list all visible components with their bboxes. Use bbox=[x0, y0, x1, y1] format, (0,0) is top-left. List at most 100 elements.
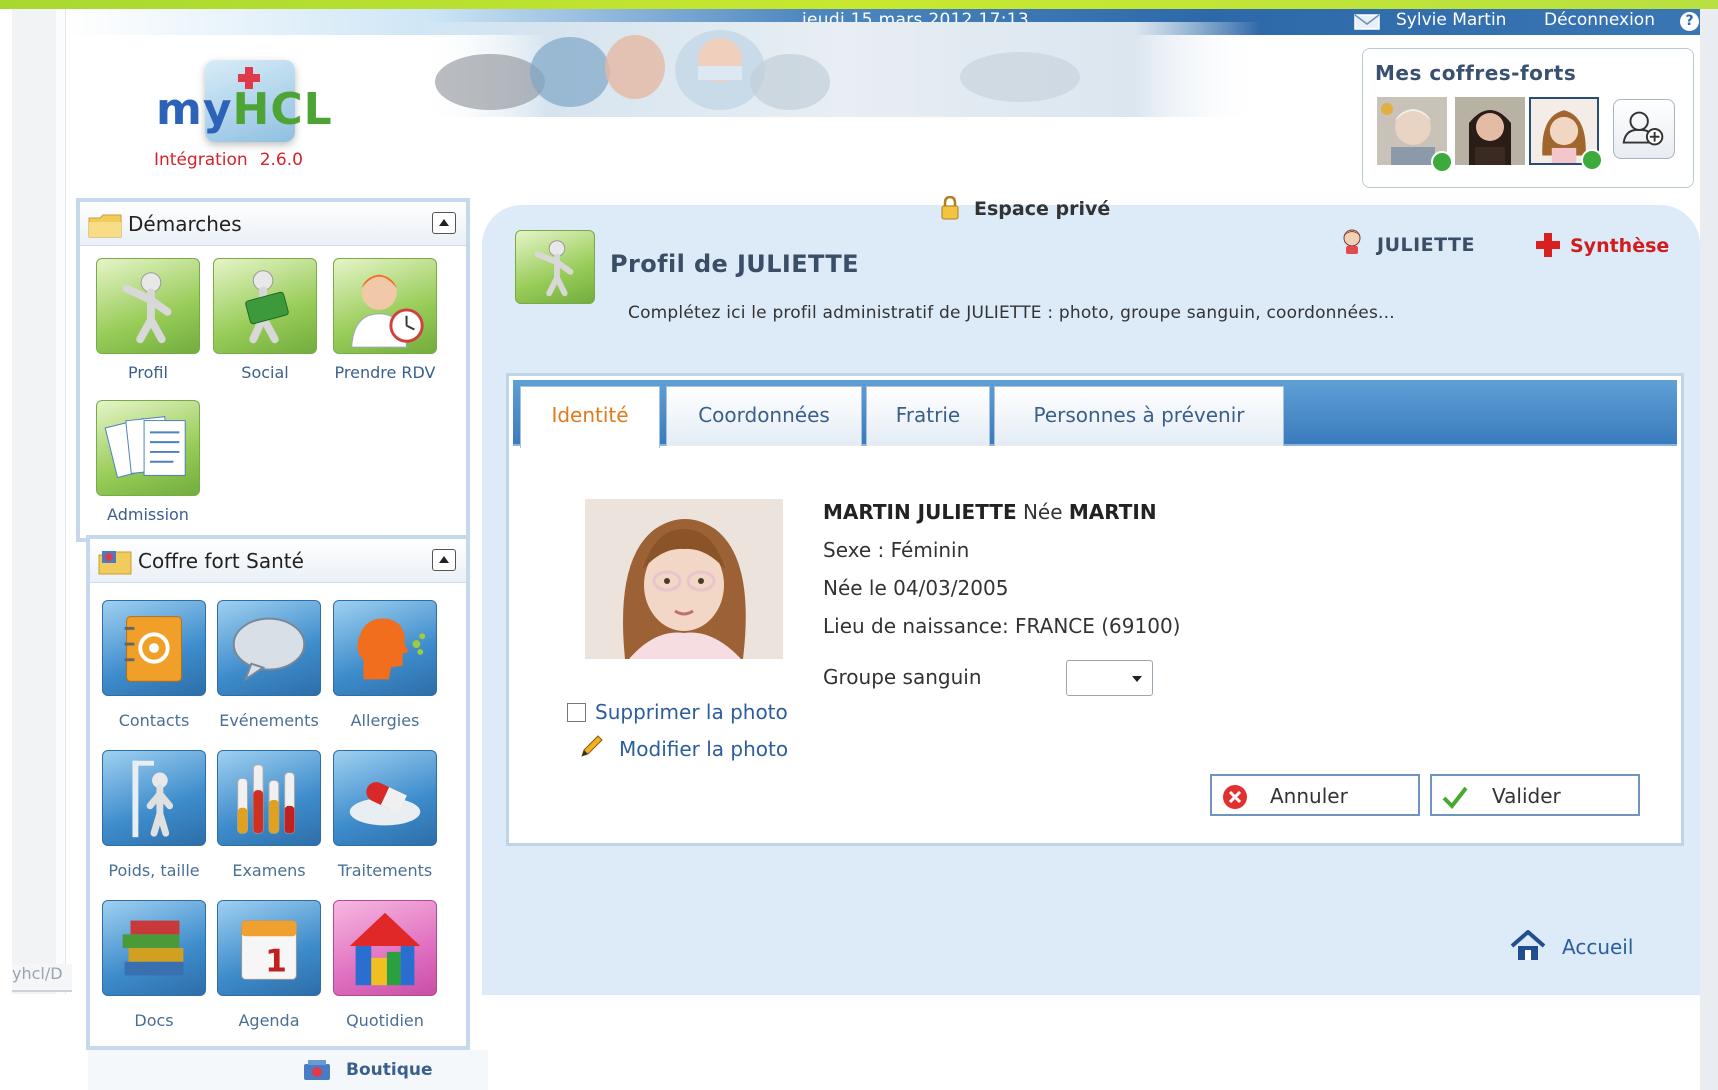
person-photo-icon bbox=[1455, 97, 1525, 165]
pencil-icon bbox=[581, 735, 603, 757]
tile-poids-taille[interactable] bbox=[102, 750, 206, 846]
daily-house-icon bbox=[349, 912, 421, 986]
profile-figure-icon bbox=[122, 272, 172, 344]
safes-panel: Mes coffres-forts bbox=[1362, 48, 1694, 188]
collapse-coffre-sante-button[interactable] bbox=[432, 549, 456, 571]
user-name[interactable]: Sylvie Martin bbox=[1396, 10, 1506, 30]
blood-group-select[interactable] bbox=[1066, 660, 1153, 696]
hospital-banner-image bbox=[420, 22, 1260, 117]
treatments-pill-icon bbox=[349, 782, 421, 826]
top-accent-strip bbox=[0, 0, 1718, 9]
tile-examens[interactable] bbox=[217, 750, 321, 846]
patient-name-link[interactable]: JULIETTE bbox=[1377, 234, 1475, 256]
tile-label-evenements[interactable]: Evénements bbox=[204, 711, 334, 730]
edit-photo-link[interactable]: Modifier la photo bbox=[619, 737, 788, 761]
cancel-button[interactable]: Annuler bbox=[1210, 774, 1420, 816]
tile-label-social[interactable]: Social bbox=[200, 363, 330, 382]
left-margin bbox=[12, 9, 56, 994]
blood-group-label: Groupe sanguin bbox=[823, 665, 982, 689]
child-portrait-image bbox=[585, 499, 783, 659]
tile-docs[interactable] bbox=[102, 900, 206, 996]
tile-profil[interactable] bbox=[96, 258, 200, 354]
add-safe-button[interactable] bbox=[1613, 99, 1675, 159]
tile-label-docs[interactable]: Docs bbox=[89, 1011, 219, 1030]
profile-figure-icon bbox=[534, 240, 574, 297]
validate-button[interactable]: Valider bbox=[1430, 774, 1640, 816]
safe-avatar-woman[interactable] bbox=[1455, 97, 1525, 165]
tile-label-traitements[interactable]: Traitements bbox=[320, 861, 450, 880]
safe-avatar-juliette-selected[interactable] bbox=[1529, 97, 1603, 171]
tile-label-profil[interactable]: Profil bbox=[83, 363, 213, 382]
safes-title: Mes coffres-forts bbox=[1375, 61, 1577, 85]
tile-label-agenda[interactable]: Agenda bbox=[204, 1011, 334, 1030]
tile-agenda[interactable]: 1 bbox=[217, 900, 321, 996]
appointment-clock-icon bbox=[351, 274, 424, 348]
help-icon[interactable]: ? bbox=[1680, 12, 1699, 31]
allergies-head-icon bbox=[357, 618, 426, 680]
admission-documents-icon bbox=[104, 416, 186, 479]
tile-label-contacts[interactable]: Contacts bbox=[89, 711, 219, 730]
logo-wordmark: myHCL bbox=[156, 84, 333, 135]
weight-height-icon bbox=[132, 760, 174, 838]
agenda-calendar-icon: 1 bbox=[241, 920, 297, 980]
private-space-label: Espace privé bbox=[974, 198, 1111, 220]
status-url-fragment: yhcl/D bbox=[12, 964, 72, 992]
tile-label-quotidien[interactable]: Quotidien bbox=[320, 1011, 450, 1030]
patient-icon bbox=[1343, 229, 1361, 254]
demarches-header: Démarches bbox=[80, 202, 466, 246]
tab-identite[interactable]: Identité bbox=[520, 386, 660, 448]
exams-tubes-icon bbox=[237, 764, 295, 834]
docs-books-icon bbox=[122, 920, 184, 976]
tile-traitements[interactable] bbox=[333, 750, 437, 846]
tile-label-allergies[interactable]: Allergies bbox=[320, 711, 450, 730]
collapse-demarches-button[interactable] bbox=[432, 212, 456, 234]
tab-personnes-a-prevenir[interactable]: Personnes à prévenir bbox=[994, 386, 1284, 446]
synthesis-link[interactable]: Synthèse bbox=[1570, 235, 1669, 257]
delete-photo-label[interactable]: Supprimer la photo bbox=[595, 700, 788, 724]
left-margin-edge bbox=[56, 9, 66, 994]
delete-photo-checkbox[interactable] bbox=[567, 703, 586, 722]
events-bubble-icon bbox=[232, 617, 306, 682]
coffre-sante-header: Coffre fort Santé bbox=[90, 539, 466, 583]
app-version: Intégration 2.6.0 bbox=[154, 150, 303, 170]
boutique-link[interactable]: Boutique bbox=[88, 1050, 488, 1090]
patient-full-name: MARTIN JULIETTE Née MARTIN bbox=[823, 500, 1157, 524]
tile-evenements[interactable] bbox=[217, 600, 321, 696]
social-card-icon bbox=[245, 270, 289, 344]
validate-button-label: Valider bbox=[1492, 784, 1561, 808]
contacts-book-icon bbox=[124, 616, 182, 682]
synthesis-cross-icon bbox=[1536, 233, 1560, 257]
tile-quotidien[interactable] bbox=[333, 900, 437, 996]
patient-birth-place: Lieu de naissance: FRANCE (69100) bbox=[823, 614, 1181, 638]
right-margin bbox=[1700, 9, 1718, 1090]
tile-social[interactable] bbox=[213, 258, 317, 354]
tile-prendre-rdv[interactable] bbox=[333, 258, 437, 354]
safe-avatar-grandmother[interactable] bbox=[1377, 97, 1453, 173]
mail-icon[interactable] bbox=[1354, 14, 1380, 30]
page-title: Profil de JULIETTE bbox=[610, 250, 859, 278]
folder-icon bbox=[88, 214, 122, 238]
svg-text:1: 1 bbox=[265, 944, 287, 980]
patient-photo bbox=[585, 499, 783, 659]
tile-label-examens[interactable]: Examens bbox=[204, 861, 334, 880]
app-root: jeudi 15 mars 2012 17:13 Sylvie Martin D… bbox=[0, 0, 1718, 1090]
health-safe-icon bbox=[98, 551, 132, 575]
coffre-sante-title: Coffre fort Santé bbox=[138, 549, 304, 573]
tile-allergies[interactable] bbox=[333, 600, 437, 696]
logout-link[interactable]: Déconnexion bbox=[1544, 10, 1655, 30]
tile-contacts[interactable] bbox=[102, 600, 206, 696]
lock-icon bbox=[941, 196, 959, 220]
boutique-label: Boutique bbox=[346, 1060, 433, 1080]
tile-label-prendre-rdv[interactable]: Prendre RDV bbox=[320, 363, 450, 382]
active-check-icon bbox=[1581, 149, 1603, 171]
cancel-icon bbox=[1223, 785, 1247, 809]
check-icon bbox=[1442, 786, 1468, 810]
home-icon[interactable] bbox=[1510, 930, 1546, 962]
tab-coordonnees[interactable]: Coordonnées bbox=[666, 386, 862, 446]
tile-label-poids-taille[interactable]: Poids, taille bbox=[89, 861, 219, 880]
home-link[interactable]: Accueil bbox=[1562, 935, 1633, 959]
page-description: Complétez ici le profil administratif de… bbox=[628, 303, 1395, 323]
tile-label-admission[interactable]: Admission bbox=[83, 505, 213, 524]
tile-admission[interactable] bbox=[96, 400, 200, 496]
tab-fratrie[interactable]: Fratrie bbox=[866, 386, 990, 446]
